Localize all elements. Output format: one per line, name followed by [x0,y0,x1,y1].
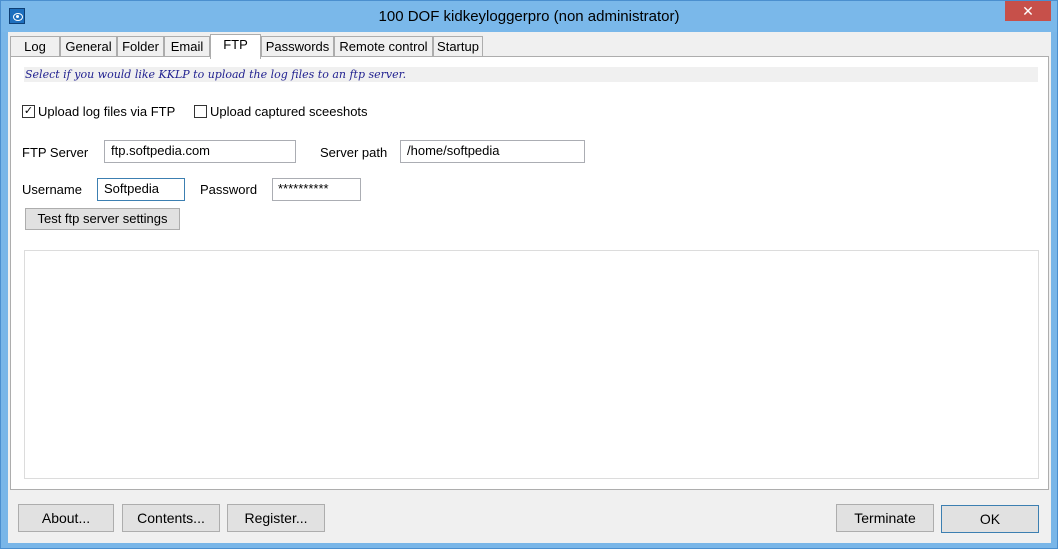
ok-button[interactable]: OK [941,505,1039,533]
server-path-input[interactable]: /home/softpedia [400,140,585,163]
password-label: Password [200,182,258,197]
tab-strip: Log General Folder Email FTP Passwords R… [8,34,1051,59]
app-window: 100 DOF kidkeyloggerpro (non administrat… [0,0,1058,549]
upload-logs-checkbox-row[interactable]: ✓ Upload log files via FTP [22,104,182,120]
tab-remote-control[interactable]: Remote control [334,36,433,57]
ftp-log-output[interactable] [24,250,1039,479]
ftp-server-input[interactable]: ftp.softpedia.com [104,140,296,163]
close-button[interactable]: ✕ [1005,1,1051,21]
title-bar[interactable]: 100 DOF kidkeyloggerpro (non administrat… [1,1,1057,32]
tab-folder[interactable]: Folder [117,36,164,57]
about-button[interactable]: About... [18,504,114,532]
ftp-panel: Select if you would like KKLP to upload … [10,56,1049,490]
upload-logs-checkbox[interactable]: ✓ [22,105,35,118]
upload-screenshots-checkbox[interactable] [194,105,207,118]
server-path-label: Server path [320,145,388,160]
contents-button[interactable]: Contents... [122,504,220,532]
client-area: Log General Folder Email FTP Passwords R… [8,32,1051,543]
password-input[interactable]: ********** [272,178,361,201]
username-input[interactable]: Softpedia [97,178,185,201]
test-ftp-button[interactable]: Test ftp server settings [25,208,180,230]
tab-general[interactable]: General [60,36,117,57]
username-label: Username [22,182,82,197]
tab-email[interactable]: Email [164,36,210,57]
window-title: 100 DOF kidkeyloggerpro (non administrat… [378,8,680,25]
tab-ftp[interactable]: FTP [210,34,261,59]
tab-log[interactable]: Log [10,36,60,57]
upload-logs-label[interactable]: Upload log files via FTP [38,104,175,120]
terminate-button[interactable]: Terminate [836,504,934,532]
tab-passwords[interactable]: Passwords [261,36,334,57]
ftp-server-label: FTP Server [22,145,89,160]
register-button[interactable]: Register... [227,504,325,532]
tab-startup[interactable]: Startup [433,36,483,57]
upload-screenshots-label[interactable]: Upload captured sceeshots [210,104,368,120]
upload-screenshots-checkbox-row[interactable]: Upload captured sceeshots [194,104,374,120]
ftp-info-text: Select if you would like KKLP to upload … [24,67,1038,82]
